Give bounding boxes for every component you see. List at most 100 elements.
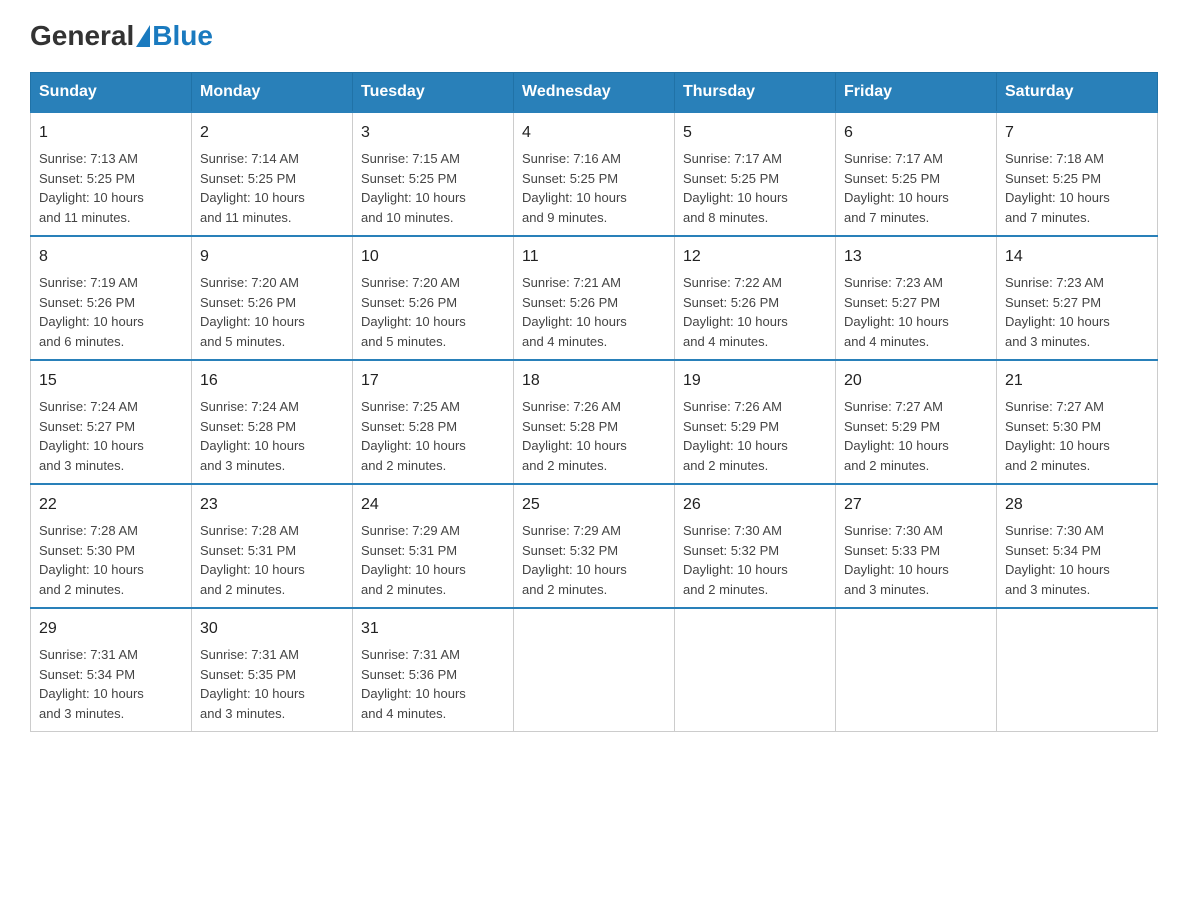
day-cell: 7 Sunrise: 7:18 AM Sunset: 5:25 PM Dayli… bbox=[997, 112, 1158, 236]
day-cell: 1 Sunrise: 7:13 AM Sunset: 5:25 PM Dayli… bbox=[31, 112, 192, 236]
day-info: Sunrise: 7:30 AM Sunset: 5:32 PM Dayligh… bbox=[683, 521, 827, 599]
weekday-header-wednesday: Wednesday bbox=[514, 73, 675, 113]
week-row-1: 1 Sunrise: 7:13 AM Sunset: 5:25 PM Dayli… bbox=[31, 112, 1158, 236]
week-row-3: 15 Sunrise: 7:24 AM Sunset: 5:27 PM Dayl… bbox=[31, 360, 1158, 484]
week-row-4: 22 Sunrise: 7:28 AM Sunset: 5:30 PM Dayl… bbox=[31, 484, 1158, 608]
day-number: 3 bbox=[361, 121, 505, 145]
day-number: 21 bbox=[1005, 369, 1149, 393]
day-cell: 6 Sunrise: 7:17 AM Sunset: 5:25 PM Dayli… bbox=[836, 112, 997, 236]
logo-triangle-icon bbox=[136, 25, 150, 47]
day-cell: 17 Sunrise: 7:25 AM Sunset: 5:28 PM Dayl… bbox=[353, 360, 514, 484]
day-number: 25 bbox=[522, 493, 666, 517]
day-number: 11 bbox=[522, 245, 666, 269]
day-cell: 16 Sunrise: 7:24 AM Sunset: 5:28 PM Dayl… bbox=[192, 360, 353, 484]
day-info: Sunrise: 7:29 AM Sunset: 5:31 PM Dayligh… bbox=[361, 521, 505, 599]
day-cell bbox=[675, 608, 836, 732]
day-info: Sunrise: 7:26 AM Sunset: 5:29 PM Dayligh… bbox=[683, 397, 827, 475]
day-cell: 21 Sunrise: 7:27 AM Sunset: 5:30 PM Dayl… bbox=[997, 360, 1158, 484]
day-number: 17 bbox=[361, 369, 505, 393]
day-cell: 14 Sunrise: 7:23 AM Sunset: 5:27 PM Dayl… bbox=[997, 236, 1158, 360]
weekday-header-friday: Friday bbox=[836, 73, 997, 113]
day-info: Sunrise: 7:20 AM Sunset: 5:26 PM Dayligh… bbox=[361, 273, 505, 351]
day-number: 15 bbox=[39, 369, 183, 393]
day-number: 8 bbox=[39, 245, 183, 269]
day-number: 19 bbox=[683, 369, 827, 393]
day-info: Sunrise: 7:23 AM Sunset: 5:27 PM Dayligh… bbox=[844, 273, 988, 351]
day-cell: 30 Sunrise: 7:31 AM Sunset: 5:35 PM Dayl… bbox=[192, 608, 353, 732]
day-number: 23 bbox=[200, 493, 344, 517]
calendar-table: SundayMondayTuesdayWednesdayThursdayFrid… bbox=[30, 72, 1158, 732]
day-cell: 10 Sunrise: 7:20 AM Sunset: 5:26 PM Dayl… bbox=[353, 236, 514, 360]
day-number: 1 bbox=[39, 121, 183, 145]
logo-blue-text: Blue bbox=[152, 20, 213, 52]
day-number: 24 bbox=[361, 493, 505, 517]
day-number: 27 bbox=[844, 493, 988, 517]
day-cell bbox=[514, 608, 675, 732]
day-info: Sunrise: 7:31 AM Sunset: 5:36 PM Dayligh… bbox=[361, 645, 505, 723]
day-info: Sunrise: 7:13 AM Sunset: 5:25 PM Dayligh… bbox=[39, 149, 183, 227]
logo: General Blue bbox=[30, 20, 213, 52]
day-cell: 11 Sunrise: 7:21 AM Sunset: 5:26 PM Dayl… bbox=[514, 236, 675, 360]
day-cell: 27 Sunrise: 7:30 AM Sunset: 5:33 PM Dayl… bbox=[836, 484, 997, 608]
day-number: 22 bbox=[39, 493, 183, 517]
day-number: 4 bbox=[522, 121, 666, 145]
day-number: 26 bbox=[683, 493, 827, 517]
day-info: Sunrise: 7:21 AM Sunset: 5:26 PM Dayligh… bbox=[522, 273, 666, 351]
day-info: Sunrise: 7:23 AM Sunset: 5:27 PM Dayligh… bbox=[1005, 273, 1149, 351]
day-number: 7 bbox=[1005, 121, 1149, 145]
day-info: Sunrise: 7:26 AM Sunset: 5:28 PM Dayligh… bbox=[522, 397, 666, 475]
day-info: Sunrise: 7:24 AM Sunset: 5:27 PM Dayligh… bbox=[39, 397, 183, 475]
day-info: Sunrise: 7:30 AM Sunset: 5:34 PM Dayligh… bbox=[1005, 521, 1149, 599]
weekday-header-row: SundayMondayTuesdayWednesdayThursdayFrid… bbox=[31, 73, 1158, 113]
page-header: General Blue bbox=[30, 20, 1158, 52]
day-cell: 3 Sunrise: 7:15 AM Sunset: 5:25 PM Dayli… bbox=[353, 112, 514, 236]
day-number: 31 bbox=[361, 617, 505, 641]
day-cell: 28 Sunrise: 7:30 AM Sunset: 5:34 PM Dayl… bbox=[997, 484, 1158, 608]
weekday-header-saturday: Saturday bbox=[997, 73, 1158, 113]
day-number: 6 bbox=[844, 121, 988, 145]
day-info: Sunrise: 7:29 AM Sunset: 5:32 PM Dayligh… bbox=[522, 521, 666, 599]
day-info: Sunrise: 7:28 AM Sunset: 5:31 PM Dayligh… bbox=[200, 521, 344, 599]
day-info: Sunrise: 7:31 AM Sunset: 5:35 PM Dayligh… bbox=[200, 645, 344, 723]
day-info: Sunrise: 7:15 AM Sunset: 5:25 PM Dayligh… bbox=[361, 149, 505, 227]
day-number: 30 bbox=[200, 617, 344, 641]
day-info: Sunrise: 7:27 AM Sunset: 5:29 PM Dayligh… bbox=[844, 397, 988, 475]
day-info: Sunrise: 7:20 AM Sunset: 5:26 PM Dayligh… bbox=[200, 273, 344, 351]
day-number: 29 bbox=[39, 617, 183, 641]
week-row-2: 8 Sunrise: 7:19 AM Sunset: 5:26 PM Dayli… bbox=[31, 236, 1158, 360]
day-cell: 15 Sunrise: 7:24 AM Sunset: 5:27 PM Dayl… bbox=[31, 360, 192, 484]
day-cell bbox=[836, 608, 997, 732]
weekday-header-monday: Monday bbox=[192, 73, 353, 113]
day-number: 10 bbox=[361, 245, 505, 269]
day-info: Sunrise: 7:30 AM Sunset: 5:33 PM Dayligh… bbox=[844, 521, 988, 599]
day-info: Sunrise: 7:25 AM Sunset: 5:28 PM Dayligh… bbox=[361, 397, 505, 475]
day-cell: 13 Sunrise: 7:23 AM Sunset: 5:27 PM Dayl… bbox=[836, 236, 997, 360]
day-info: Sunrise: 7:28 AM Sunset: 5:30 PM Dayligh… bbox=[39, 521, 183, 599]
logo-general-text: General bbox=[30, 20, 134, 52]
day-number: 12 bbox=[683, 245, 827, 269]
weekday-header-sunday: Sunday bbox=[31, 73, 192, 113]
day-info: Sunrise: 7:16 AM Sunset: 5:25 PM Dayligh… bbox=[522, 149, 666, 227]
weekday-header-thursday: Thursday bbox=[675, 73, 836, 113]
day-cell: 23 Sunrise: 7:28 AM Sunset: 5:31 PM Dayl… bbox=[192, 484, 353, 608]
day-cell: 31 Sunrise: 7:31 AM Sunset: 5:36 PM Dayl… bbox=[353, 608, 514, 732]
day-cell: 22 Sunrise: 7:28 AM Sunset: 5:30 PM Dayl… bbox=[31, 484, 192, 608]
day-cell: 4 Sunrise: 7:16 AM Sunset: 5:25 PM Dayli… bbox=[514, 112, 675, 236]
day-cell: 19 Sunrise: 7:26 AM Sunset: 5:29 PM Dayl… bbox=[675, 360, 836, 484]
day-cell: 2 Sunrise: 7:14 AM Sunset: 5:25 PM Dayli… bbox=[192, 112, 353, 236]
day-cell: 18 Sunrise: 7:26 AM Sunset: 5:28 PM Dayl… bbox=[514, 360, 675, 484]
day-number: 2 bbox=[200, 121, 344, 145]
day-cell: 5 Sunrise: 7:17 AM Sunset: 5:25 PM Dayli… bbox=[675, 112, 836, 236]
day-cell: 29 Sunrise: 7:31 AM Sunset: 5:34 PM Dayl… bbox=[31, 608, 192, 732]
day-cell bbox=[997, 608, 1158, 732]
day-cell: 9 Sunrise: 7:20 AM Sunset: 5:26 PM Dayli… bbox=[192, 236, 353, 360]
day-cell: 12 Sunrise: 7:22 AM Sunset: 5:26 PM Dayl… bbox=[675, 236, 836, 360]
day-info: Sunrise: 7:19 AM Sunset: 5:26 PM Dayligh… bbox=[39, 273, 183, 351]
day-number: 5 bbox=[683, 121, 827, 145]
day-info: Sunrise: 7:31 AM Sunset: 5:34 PM Dayligh… bbox=[39, 645, 183, 723]
day-cell: 26 Sunrise: 7:30 AM Sunset: 5:32 PM Dayl… bbox=[675, 484, 836, 608]
day-number: 9 bbox=[200, 245, 344, 269]
day-info: Sunrise: 7:27 AM Sunset: 5:30 PM Dayligh… bbox=[1005, 397, 1149, 475]
day-cell: 20 Sunrise: 7:27 AM Sunset: 5:29 PM Dayl… bbox=[836, 360, 997, 484]
day-cell: 25 Sunrise: 7:29 AM Sunset: 5:32 PM Dayl… bbox=[514, 484, 675, 608]
